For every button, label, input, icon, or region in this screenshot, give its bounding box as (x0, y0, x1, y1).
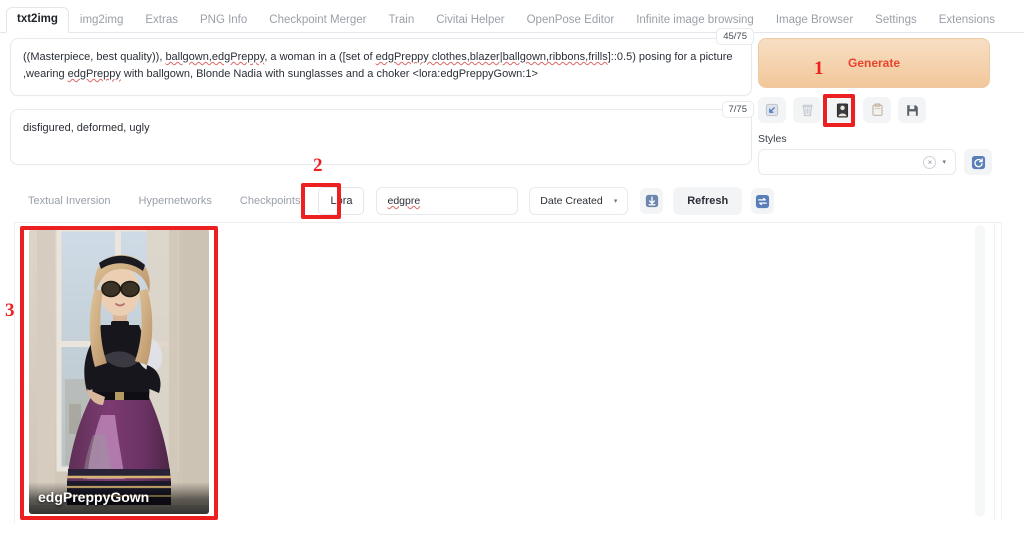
tab-label: Infinite image browsing (636, 13, 754, 26)
refresh-styles-icon[interactable] (964, 149, 992, 175)
extra-networks-tab-hypernetworks[interactable]: Hypernetworks (125, 195, 226, 207)
extra-networks-search-input[interactable]: edgpre (376, 187, 519, 215)
stable-diffusion-webui: txt2img img2img Extras PNG Info Checkpoi… (0, 0, 1024, 548)
lora-card-label: edgPreppyGown (29, 482, 209, 514)
tab-settings[interactable]: Settings (864, 8, 928, 34)
apply-style-clipboard-icon[interactable] (863, 97, 891, 123)
tab-checkpoint-merger[interactable]: Checkpoint Merger (258, 8, 377, 34)
sync-icon[interactable] (751, 188, 774, 214)
main-tab-bar: txt2img img2img Extras PNG Info Checkpoi… (0, 0, 1024, 33)
prompt-text: ballgown,edgPreppy (165, 51, 265, 63)
search-value: edgpre (387, 195, 421, 207)
tab-png-info[interactable]: PNG Info (189, 8, 258, 34)
refresh-label: Refresh (687, 195, 729, 207)
extra-networks-tab-textual-inversion[interactable]: Textual Inversion (14, 195, 125, 207)
chevron-down-icon[interactable]: ▾ (942, 158, 946, 166)
restore-progress-icon[interactable] (758, 97, 786, 123)
sort-value: Date Created (540, 195, 603, 207)
prompt-text: , a woman in a ([set of (264, 51, 376, 63)
tab-label: Settings (875, 13, 917, 26)
extra-networks-tab-lora[interactable]: Lora (318, 187, 365, 215)
panel-divider (14, 223, 15, 523)
styles-dropdown[interactable]: × ▾ (758, 149, 956, 175)
prompt-input[interactable]: ((Masterpiece, best quality)), ballgown,… (10, 38, 752, 96)
extra-networks-toolbar: Textual Inversion Hypernetworks Checkpoi… (14, 184, 774, 218)
tab-label: Checkpoint Merger (269, 13, 367, 26)
tab-label: Extensions (938, 13, 995, 26)
tab-label: Lora (330, 195, 353, 207)
tab-label: Civitai Helper (436, 13, 505, 26)
sort-order-dropdown[interactable]: Date Created ▾ (529, 187, 629, 215)
tab-label: Checkpoints (239, 195, 301, 207)
prompt-text: edgPreppy (67, 68, 121, 81)
prompt-text: ((Masterpiece, best quality)), (23, 51, 166, 63)
tab-label: img2img (79, 13, 124, 26)
generate-button[interactable]: Generate (758, 38, 990, 88)
tab-label: OpenPose Editor (526, 13, 615, 26)
tab-label: Train (388, 13, 415, 26)
tab-label: Hypernetworks (138, 195, 212, 207)
tab-openpose-editor[interactable]: OpenPose Editor (516, 8, 626, 34)
negative-prompt-token-counter: 7/75 (721, 101, 754, 119)
refresh-button[interactable]: Refresh (673, 187, 743, 215)
tab-extras[interactable]: Extras (134, 8, 189, 34)
extra-networks-tab-checkpoints[interactable]: Checkpoints (226, 195, 315, 207)
tab-txt2img[interactable]: txt2img (6, 6, 69, 33)
tab-label: txt2img (17, 12, 58, 25)
show-extra-networks-card-icon[interactable] (828, 97, 856, 123)
chevron-down-icon[interactable]: ▾ (614, 197, 618, 205)
prompt-tools-row (758, 97, 1014, 123)
tab-image-browser[interactable]: Image Browser (765, 8, 864, 34)
download-icon[interactable] (640, 188, 664, 214)
cards-scrollbar[interactable] (975, 225, 985, 517)
negative-prompt-input[interactable]: disfigured, deformed, ugly (10, 109, 752, 165)
prompt-token-counter: 45/75 (716, 28, 754, 46)
tab-train[interactable]: Train (377, 8, 425, 34)
prompt-column: 45/75 7/75 ((Masterpiece, best quality))… (10, 28, 754, 165)
tab-label: PNG Info (199, 13, 248, 26)
panel-edge (994, 223, 995, 521)
tab-extensions[interactable]: Extensions (928, 8, 1006, 34)
tab-img2img[interactable]: img2img (69, 8, 134, 34)
styles-label: Styles (758, 133, 787, 145)
generate-label: Generate (847, 56, 901, 70)
panel-edge-outer (1001, 223, 1002, 521)
styles-row: × ▾ (758, 149, 1014, 175)
lora-card-thumbnail (29, 229, 209, 514)
save-style-floppy-icon[interactable] (898, 97, 926, 123)
lora-card-edgPreppyGown[interactable]: edgPreppyGown (29, 229, 209, 514)
prompt-text: edgPreppy clothes,blazer|ballgown,ribbon… (375, 51, 608, 63)
extra-networks-cards-panel: edgPreppyGown (14, 222, 1002, 523)
prompt-text: with ballgown, Blonde Nadia with sunglas… (120, 68, 538, 81)
clear-prompt-trash-icon[interactable] (793, 97, 821, 123)
clear-styles-icon[interactable]: × (923, 155, 937, 169)
tab-label: Extras (145, 13, 178, 26)
tab-label: Image Browser (775, 13, 854, 26)
negative-prompt-text: disfigured, deformed, ugly (23, 122, 150, 134)
tab-civitai-helper[interactable]: Civitai Helper (425, 8, 515, 34)
tab-label: Textual Inversion (28, 195, 111, 207)
generate-column: Generate Styles × ▾ (758, 38, 1014, 175)
